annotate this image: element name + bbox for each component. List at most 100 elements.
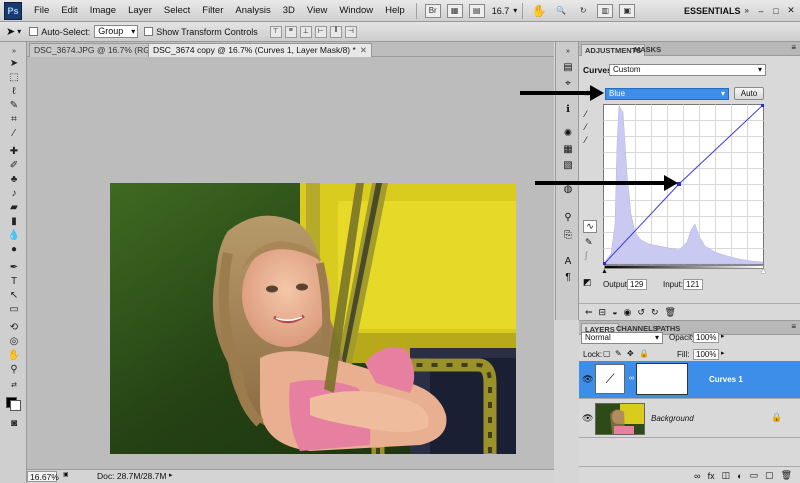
3d-rotate-tool-icon[interactable]: ⟲ (7, 322, 21, 334)
actions-icon[interactable]: ⚲ (561, 212, 575, 224)
return-to-list-icon[interactable]: ⇐ (585, 307, 593, 318)
path-selection-tool-icon[interactable]: ↖ (7, 290, 21, 302)
chain-link-icon[interactable]: ∞ (629, 375, 634, 382)
color-icon[interactable]: ✺ (561, 128, 575, 140)
zoom-tool-icon[interactable]: 🔍 (553, 4, 569, 18)
fill-dropdown-icon[interactable]: ▸ (721, 349, 725, 357)
tab-copy[interactable]: DSC_3674 copy @ 16.7% (Curves 1, Layer M… (148, 43, 372, 57)
background-thumbnail[interactable] (595, 403, 645, 435)
workspace-chevron-icon[interactable]: » (745, 6, 749, 15)
zoom-dropdown-icon[interactable]: ▾ (513, 6, 517, 15)
auto-button[interactable]: Auto (734, 87, 764, 100)
curve-smooth-icon[interactable]: ∫ (585, 250, 587, 260)
maximize-button[interactable]: □ (770, 5, 782, 17)
previous-state-icon[interactable]: ↺ (637, 307, 645, 318)
blend-mode-dropdown[interactable]: Normal (581, 332, 663, 344)
type-tool-icon[interactable]: T (7, 276, 21, 288)
black-slider-icon[interactable]: ▲ (601, 268, 608, 275)
crop-tool-icon[interactable]: ⌗ (7, 114, 21, 126)
quick-selection-tool-icon[interactable]: ✎ (7, 100, 21, 112)
mini-bridge-icon[interactable]: ▦ (446, 3, 463, 18)
menu-help[interactable]: Help (379, 5, 411, 16)
healing-brush-tool-icon[interactable]: ✚ (7, 146, 21, 158)
history-brush-tool-icon[interactable]: ♪ (7, 188, 21, 200)
layer-name[interactable]: Background (651, 414, 694, 423)
visibility-icon[interactable]: ◉ (624, 307, 632, 318)
align-right-icon[interactable]: ⊣ (344, 25, 357, 38)
close-button[interactable]: ✕ (785, 5, 797, 17)
3d-orbit-tool-icon[interactable]: ◎ (7, 336, 21, 348)
visibility-eye-icon[interactable]: 👁 (582, 413, 593, 424)
lock-pixels-icon[interactable]: ✎ (615, 349, 622, 358)
dodge-tool-icon[interactable]: ● (7, 244, 21, 256)
arrange-documents-icon[interactable]: ▥ (597, 3, 614, 18)
target-adjust-icon[interactable]: ☝ (584, 88, 589, 99)
curves-preset-dropdown[interactable]: Custom (609, 64, 766, 76)
link-layers-icon[interactable]: ∞ (694, 471, 700, 481)
white-slider-icon[interactable]: ▲ (760, 268, 767, 275)
show-transform-checkbox[interactable] (144, 27, 154, 36)
curve-graph[interactable] (603, 104, 767, 268)
gray-point-eyedropper-icon[interactable]: ⁄ (585, 122, 587, 132)
menu-select[interactable]: Select (158, 5, 196, 16)
pen-tool-icon[interactable]: ✒ (7, 262, 21, 274)
menu-file[interactable]: File (28, 5, 55, 16)
menu-analysis[interactable]: Analysis (229, 5, 276, 16)
visibility-eye-icon[interactable]: 👁 (582, 374, 593, 385)
zoom-percentage-field[interactable]: 16.67% (27, 471, 59, 482)
delete-layer-icon[interactable]: 🗑 (781, 470, 792, 481)
background-color-swatch[interactable] (10, 400, 21, 411)
lock-position-icon[interactable]: ✥ (627, 349, 634, 358)
move-tool-icon[interactable]: ➤ (6, 25, 15, 38)
toolbox-collapse-icon[interactable]: » (7, 46, 21, 58)
menu-view[interactable]: View (301, 5, 333, 16)
zoom-tool-icon[interactable]: ⚲ (7, 364, 21, 376)
zoom-level[interactable]: 16.7 (488, 6, 514, 16)
clone-source-icon[interactable]: ⎘ (561, 230, 575, 242)
character-icon[interactable]: A (561, 256, 575, 268)
menu-layer[interactable]: Layer (122, 5, 158, 16)
add-layer-style-icon[interactable]: fx (708, 471, 715, 481)
align-left-icon[interactable]: ⊢ (314, 25, 327, 38)
minimize-button[interactable]: – (755, 5, 767, 17)
swap-colors-icon[interactable]: ⇄ (7, 380, 21, 392)
quick-mask-icon[interactable]: ◙ (7, 418, 21, 430)
status-menu-icon[interactable]: ▸ (169, 471, 173, 479)
styles-icon[interactable]: ▧ (561, 160, 575, 172)
document-image[interactable] (110, 183, 516, 454)
layer-mask-thumbnail[interactable] (636, 363, 688, 395)
output-field[interactable]: 129 (627, 279, 647, 290)
screen-mode-icon[interactable]: ▣ (619, 3, 636, 18)
curves-adjustment-thumbnail[interactable]: ⟋ (595, 364, 625, 394)
tool-preset-dropdown-icon[interactable]: ▾ (17, 27, 21, 36)
add-mask-icon[interactable]: ◫ (722, 470, 731, 481)
layer-row-background[interactable]: 👁 Background 🔒 (579, 400, 800, 438)
lasso-tool-icon[interactable]: ℓ (7, 86, 21, 98)
new-group-icon[interactable]: ▭ (750, 470, 759, 481)
tab-close-icon[interactable]: ✕ (360, 45, 367, 55)
eraser-tool-icon[interactable]: ▰ (7, 202, 21, 214)
history-icon[interactable]: ◍ (561, 184, 575, 196)
align-bottom-icon[interactable]: ⊥ (299, 25, 312, 38)
layers-panel-menu-icon[interactable]: ≡ (791, 322, 796, 331)
dock-collapse-icon[interactable]: » (561, 46, 575, 58)
panel-menu-icon[interactable]: ≡ (791, 43, 796, 52)
black-point-eyedropper-icon[interactable]: ⁄ (585, 109, 587, 119)
lock-all-icon[interactable]: 🔒 (639, 349, 649, 358)
auto-select-checkbox[interactable] (29, 27, 39, 36)
move-tool-icon[interactable]: ➤ (7, 58, 21, 70)
align-top-icon[interactable]: ⊤ (269, 25, 282, 38)
layer-row-curves[interactable]: 👁 ⟋ ∞ Curves 1 (579, 361, 800, 399)
reset-icon[interactable]: ↻ (651, 307, 659, 318)
menu-3d[interactable]: 3D (277, 5, 301, 16)
clipping-warning-icon[interactable]: ◩ (583, 277, 592, 288)
hand-tool-icon[interactable]: ✋ (7, 350, 21, 362)
info-icon[interactable]: ℹ (561, 104, 575, 116)
canvas-area[interactable] (27, 57, 554, 469)
new-layer-icon[interactable]: ▢ (765, 470, 774, 481)
channel-dropdown[interactable]: Blue (605, 88, 729, 100)
blur-tool-icon[interactable]: 💧 (7, 230, 21, 242)
view-extras-icon[interactable]: ▤ (468, 3, 485, 18)
curve-edit-points-icon[interactable]: ∿ (583, 220, 597, 233)
auto-select-dropdown[interactable]: Group (94, 25, 139, 38)
